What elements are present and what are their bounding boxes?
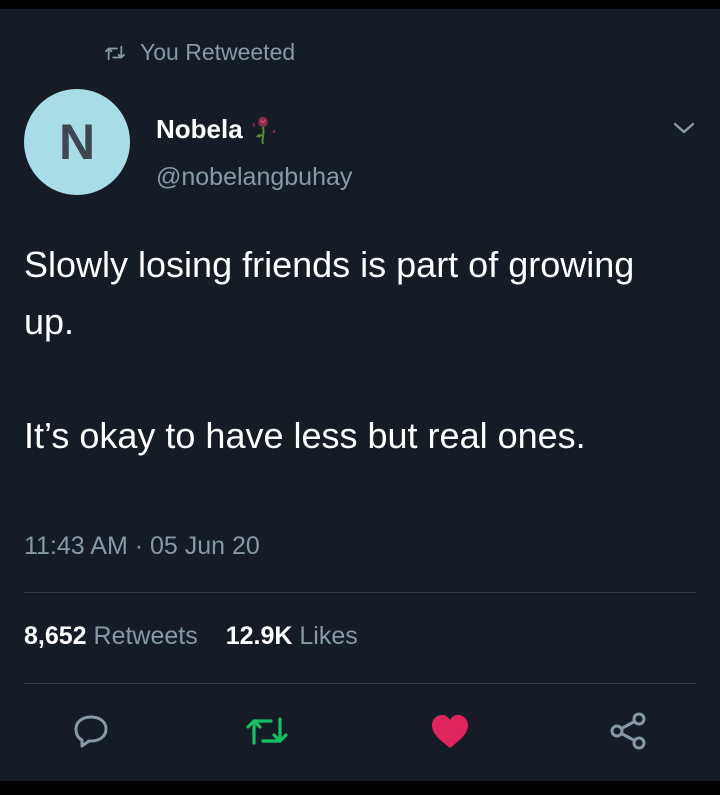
reply-button[interactable] — [69, 709, 113, 753]
avatar-letter: N — [58, 114, 96, 170]
like-icon — [432, 715, 468, 748]
likes-label: Likes — [299, 622, 358, 650]
likes-stat[interactable]: 12.9K Likes — [226, 622, 358, 651]
display-name[interactable]: Nobela — [156, 114, 243, 145]
like-button[interactable] — [428, 709, 472, 753]
engagement-stats: 8,652 Retweets 12.9K Likes — [24, 622, 358, 651]
tweet-paragraph: Slowly losing friends is part of growing… — [24, 244, 635, 342]
retweets-count: 8,652 — [24, 622, 87, 650]
tweet-detail-screen: You Retweeted N Nobela @nobelangbuhay Sl… — [0, 0, 720, 795]
wilted-rose-icon — [252, 116, 275, 145]
retweet-icon — [246, 717, 288, 745]
retweet-notice-text: You Retweeted — [140, 39, 296, 65]
tweet-timestamp: 11:43 AM · 05 Jun 20 — [24, 532, 260, 560]
reply-icon — [74, 715, 108, 748]
retweet-button[interactable] — [245, 709, 289, 753]
retweets-label: Retweets — [93, 622, 198, 650]
tweet-text: Slowly losing friends is part of growing… — [24, 236, 694, 464]
avatar[interactable]: N — [24, 89, 130, 195]
share-icon — [610, 712, 646, 750]
user-name-row[interactable]: Nobela — [156, 113, 285, 145]
divider — [24, 592, 696, 593]
share-button[interactable] — [606, 709, 650, 753]
divider — [24, 683, 696, 684]
tweet-paragraph: It’s okay to have less but real ones. — [24, 415, 586, 456]
retweets-stat[interactable]: 8,652 Retweets — [24, 622, 198, 651]
likes-count: 12.9K — [225, 622, 293, 650]
user-handle[interactable]: @nobelangbuhay — [156, 163, 352, 192]
tweet-actions — [0, 709, 720, 753]
chevron-down-icon[interactable] — [672, 119, 696, 137]
retweet-small-icon — [105, 45, 125, 60]
retweet-notice: You Retweeted — [104, 39, 295, 66]
